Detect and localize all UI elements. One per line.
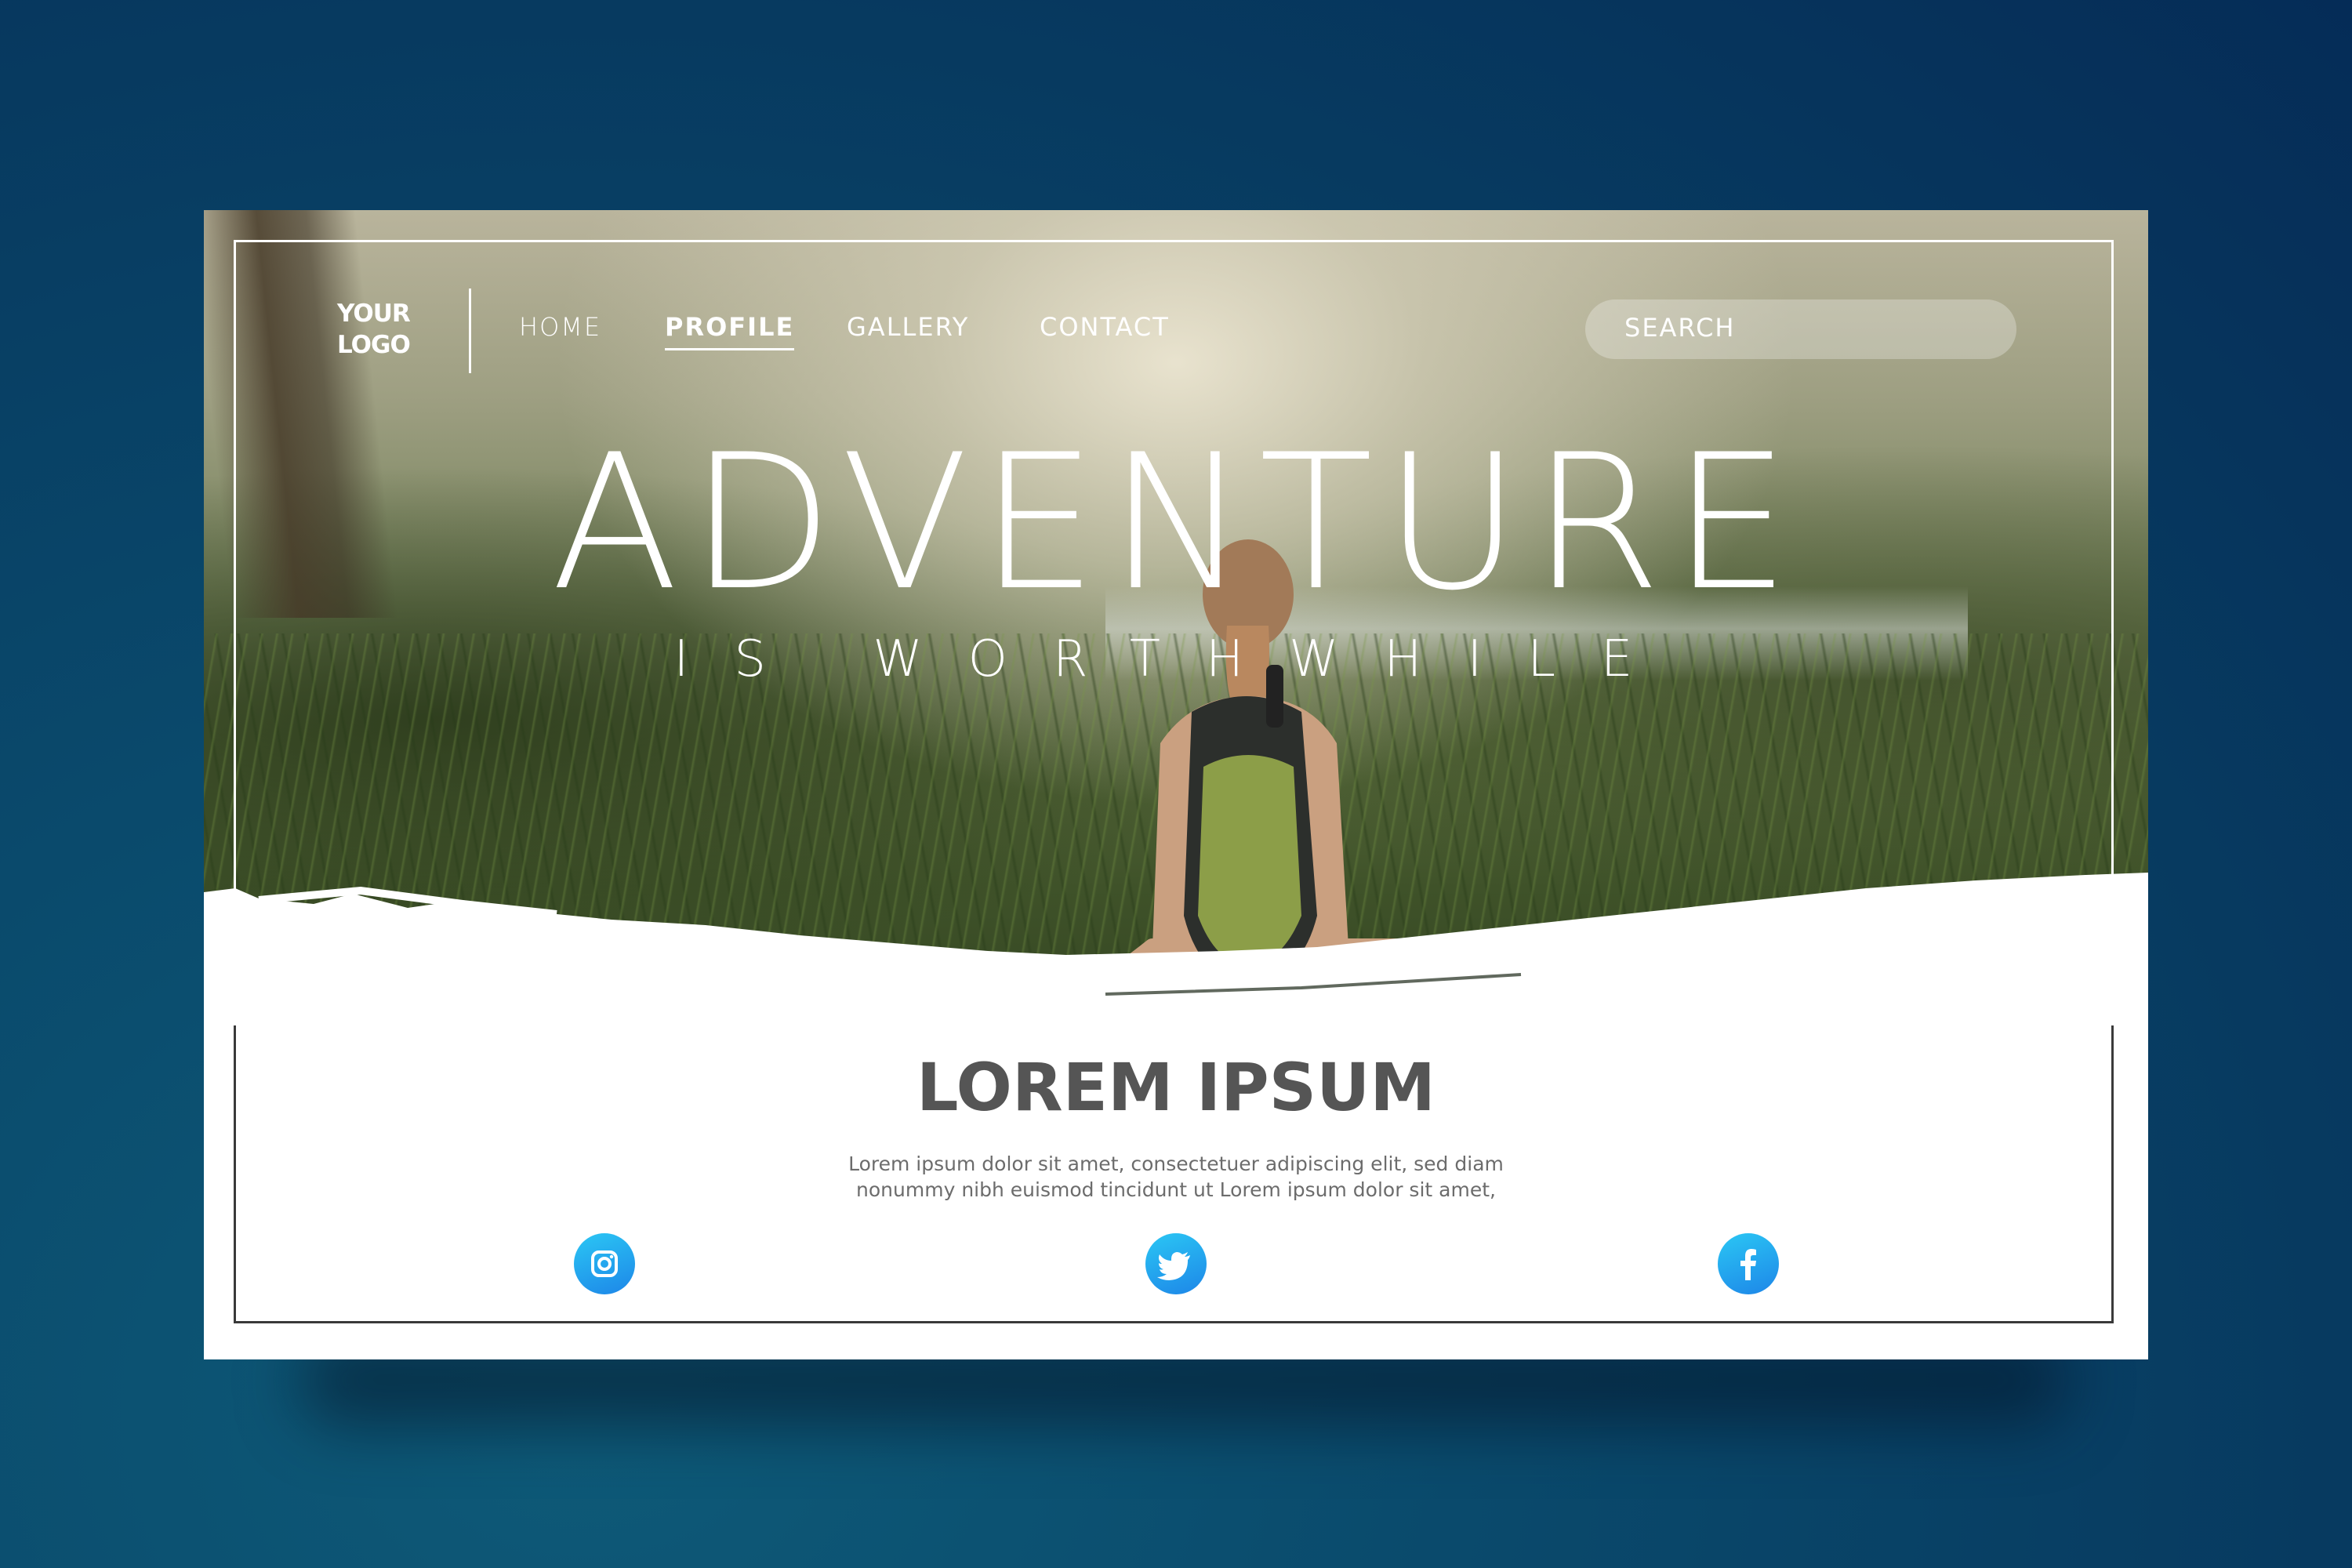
logo-line-2: LOGO [337, 331, 411, 359]
body-line-2: nonummy nibh euismod tincidunt ut Lorem … [856, 1178, 1496, 1201]
section-title: LOREM IPSUM [916, 1049, 1436, 1126]
facebook-icon [1740, 1249, 1756, 1280]
instagram-button[interactable] [574, 1233, 635, 1294]
nav-link-home[interactable]: HOME [519, 312, 601, 342]
nav-link-gallery[interactable]: GALLERY [847, 312, 969, 342]
facebook-button[interactable] [1718, 1233, 1779, 1294]
site-logo[interactable]: YOUR LOGO [337, 298, 411, 361]
search-placeholder: SEARCH [1624, 313, 1736, 343]
section-body-text: Lorem ipsum dolor sit amet, consectetuer… [204, 1151, 2148, 1203]
twitter-button[interactable] [1145, 1233, 1207, 1294]
twitter-icon [1157, 1252, 1190, 1280]
body-line-1: Lorem ipsum dolor sit amet, consectetuer… [848, 1152, 1504, 1175]
hero-title: ADVENTURE [550, 415, 1802, 632]
hero-subtitle: IS WORTHWHILE [673, 630, 1679, 688]
search-input[interactable]: SEARCH [1585, 299, 2016, 359]
instagram-icon [591, 1250, 618, 1277]
nav-link-contact[interactable]: CONTACT [1040, 312, 1170, 342]
logo-line-1: YOUR [337, 299, 411, 328]
nav-link-profile[interactable]: PROFILE [665, 312, 795, 350]
landing-page-card: YOUR LOGO HOME PROFILE GALLERY CONTACT S… [204, 210, 2148, 1359]
nav-divider [469, 289, 471, 373]
